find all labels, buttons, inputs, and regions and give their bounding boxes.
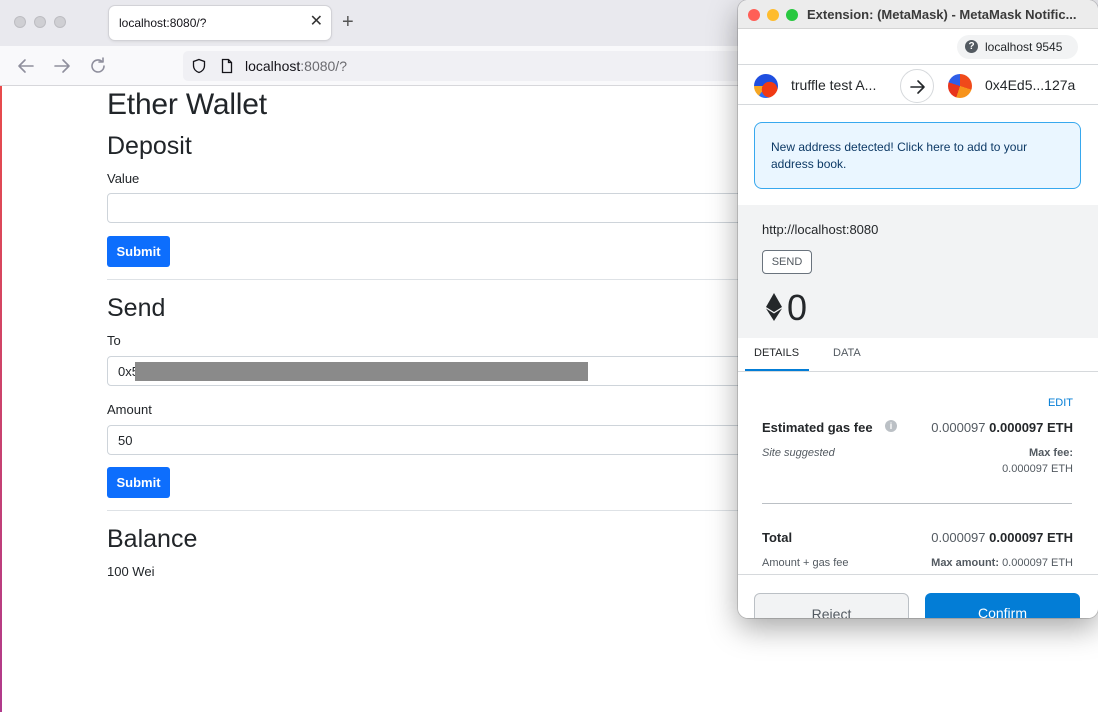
divider bbox=[107, 279, 747, 280]
url-text[interactable]: localhost:8080/? bbox=[245, 58, 347, 74]
max-fee-label: Max fee: bbox=[1028, 447, 1073, 459]
confirm-button[interactable]: Confirm bbox=[925, 593, 1080, 618]
deposit-value-input[interactable] bbox=[107, 193, 747, 223]
minimize-window-button[interactable] bbox=[767, 9, 779, 21]
page-title: Ether Wallet bbox=[107, 88, 267, 121]
send-heading: Send bbox=[107, 294, 166, 322]
network-name: localhost 9545 bbox=[985, 40, 1063, 54]
metamask-title-bar: Extension: (MetaMask) - MetaMask Notific… bbox=[738, 0, 1098, 29]
page-icon bbox=[221, 58, 233, 74]
action-badge: SEND bbox=[762, 250, 812, 274]
active-tab-indicator bbox=[745, 369, 809, 371]
recipient-avatar bbox=[948, 74, 972, 98]
zoom-window-button[interactable] bbox=[54, 16, 66, 28]
ethereum-icon bbox=[766, 293, 782, 321]
tab-data[interactable]: DATA bbox=[833, 347, 861, 359]
browser-tab[interactable]: localhost:8080/? ✕ bbox=[109, 6, 331, 40]
max-amount: Max amount: 0.000097 ETH bbox=[931, 557, 1073, 569]
zoom-window-button[interactable] bbox=[786, 9, 798, 21]
back-icon[interactable] bbox=[15, 55, 37, 77]
window-edge bbox=[0, 86, 2, 712]
total-description: Amount + gas fee bbox=[762, 557, 849, 569]
recipient-account[interactable]: 0x4Ed5...127a bbox=[985, 77, 1075, 93]
gas-fee-label: Estimated gas fee bbox=[762, 420, 873, 435]
forward-icon[interactable] bbox=[51, 55, 73, 77]
send-amount-input[interactable]: 50 bbox=[107, 425, 747, 455]
balance-value: 100 Wei bbox=[107, 564, 155, 579]
sender-avatar bbox=[754, 74, 778, 98]
gas-fee-source: Site suggested bbox=[762, 447, 835, 459]
send-submit-button[interactable]: Submit bbox=[107, 467, 170, 498]
send-amount-label: Amount bbox=[107, 402, 152, 417]
details-tabs: DETAILS DATA bbox=[738, 338, 1098, 372]
divider bbox=[762, 503, 1072, 504]
close-window-button[interactable] bbox=[748, 9, 760, 21]
tab-title: localhost:8080/? bbox=[119, 16, 207, 30]
close-tab-icon[interactable]: ✕ bbox=[310, 12, 323, 32]
arrow-right-icon bbox=[900, 69, 934, 103]
new-address-notice[interactable]: New address detected! Click here to add … bbox=[754, 122, 1081, 189]
gas-fee-value: 0.000097 0.000097 ETH bbox=[931, 420, 1073, 435]
metamask-popup: Extension: (MetaMask) - MetaMask Notific… bbox=[738, 0, 1098, 618]
deposit-submit-button[interactable]: Submit bbox=[107, 236, 170, 267]
tab-details[interactable]: DETAILS bbox=[754, 347, 799, 359]
sender-recipient-row: truffle test A... 0x4Ed5...127a bbox=[738, 64, 1098, 105]
edit-gas-button[interactable]: EDIT bbox=[1048, 397, 1073, 409]
send-to-label: To bbox=[107, 333, 121, 348]
total-label: Total bbox=[762, 530, 793, 545]
minimize-window-button[interactable] bbox=[34, 16, 46, 28]
shield-icon[interactable] bbox=[191, 58, 207, 74]
reject-button[interactable]: Reject bbox=[754, 593, 909, 618]
send-to-input[interactable]: 0x5 bbox=[107, 356, 747, 386]
redacted-address bbox=[135, 362, 588, 381]
balance-heading: Balance bbox=[107, 525, 198, 553]
window-title: Extension: (MetaMask) - MetaMask Notific… bbox=[807, 7, 1077, 22]
reload-icon[interactable] bbox=[87, 55, 109, 77]
deposit-heading: Deposit bbox=[107, 132, 192, 160]
sender-account[interactable]: truffle test A... bbox=[791, 77, 876, 93]
divider bbox=[107, 510, 747, 511]
network-selector[interactable]: ? localhost 9545 bbox=[957, 35, 1078, 59]
close-window-button[interactable] bbox=[14, 16, 26, 28]
new-tab-button[interactable]: + bbox=[342, 11, 354, 33]
info-icon[interactable]: i bbox=[885, 420, 897, 432]
transaction-summary: http://localhost:8080 SEND 0 bbox=[738, 205, 1098, 338]
deposit-value-label: Value bbox=[107, 171, 140, 186]
max-fee-value: 0.000097 ETH bbox=[1002, 463, 1073, 475]
transaction-amount: 0 bbox=[787, 287, 808, 328]
network-icon: ? bbox=[965, 40, 978, 53]
action-footer: Reject Confirm bbox=[738, 574, 1098, 618]
total-value: 0.000097 0.000097 ETH bbox=[931, 530, 1073, 545]
url-bar[interactable]: localhost:8080/? bbox=[183, 51, 743, 81]
origin-url: http://localhost:8080 bbox=[762, 222, 879, 237]
